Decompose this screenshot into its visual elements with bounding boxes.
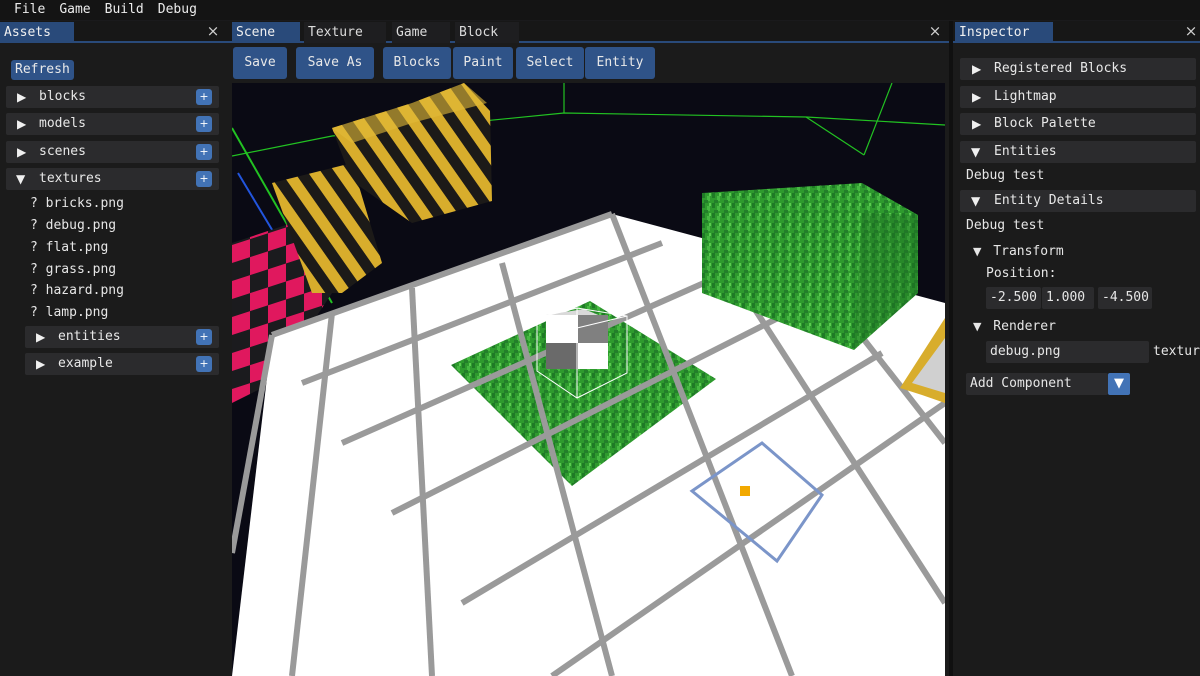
scene-viewport[interactable] bbox=[232, 83, 945, 676]
triangle-down-icon: ▼ bbox=[971, 194, 981, 208]
triangle-down-icon: ▼ bbox=[973, 245, 982, 258]
section-label: Registered Blocks bbox=[994, 61, 1128, 76]
section-lightmap[interactable]: ▶ Lightmap bbox=[960, 86, 1196, 108]
entity-list-item[interactable]: Debug test bbox=[966, 166, 1044, 186]
close-icon[interactable]: × bbox=[928, 23, 942, 39]
triangle-right-icon: ▶ bbox=[17, 90, 27, 104]
folder-label: scenes bbox=[39, 144, 86, 159]
plus-icon[interactable]: + bbox=[196, 171, 212, 187]
assets-tabbar: Assets × bbox=[0, 21, 228, 43]
section-label: Entities bbox=[994, 144, 1057, 159]
folder-label: textures bbox=[39, 171, 102, 186]
inspector-tabbar: Inspector × bbox=[953, 21, 1200, 43]
entity-marker[interactable] bbox=[740, 486, 750, 496]
paint-mode-button[interactable]: Paint bbox=[453, 47, 513, 79]
tab-game[interactable]: Game bbox=[392, 22, 450, 43]
tab-assets[interactable]: Assets bbox=[0, 22, 74, 43]
tab-scene[interactable]: Scene bbox=[232, 22, 300, 43]
texture-field[interactable]: debug.png bbox=[986, 341, 1149, 363]
triangle-down-icon: ▼ bbox=[971, 145, 981, 159]
position-y-field[interactable]: 1.000 bbox=[1042, 287, 1094, 309]
file-item[interactable]: ? bricks.png bbox=[30, 193, 124, 215]
close-icon[interactable]: × bbox=[1184, 23, 1198, 39]
plus-icon[interactable]: + bbox=[196, 116, 212, 132]
menu-file[interactable]: File bbox=[0, 0, 52, 20]
position-label: Position: bbox=[986, 266, 1057, 281]
folder-textures[interactable]: ▼ textures + bbox=[6, 168, 219, 190]
entity-name: Debug test bbox=[966, 218, 1045, 233]
menu-bar: File Game Build Debug bbox=[0, 0, 1200, 20]
folder-label: example bbox=[58, 356, 113, 371]
transform-header[interactable]: ▼ Transform bbox=[973, 242, 1064, 262]
triangle-right-icon: ▶ bbox=[17, 117, 27, 131]
plus-icon[interactable]: + bbox=[196, 144, 212, 160]
texture-label: texture bbox=[1153, 344, 1200, 359]
menu-build[interactable]: Build bbox=[98, 0, 151, 20]
editor-panel: Scene Texture Game Block × Save Save As … bbox=[228, 21, 949, 676]
scene-render[interactable] bbox=[232, 83, 945, 676]
triangle-right-icon: ▶ bbox=[17, 145, 27, 159]
add-component-label: Add Component bbox=[970, 376, 1072, 391]
editor-tabbar: Scene Texture Game Block × bbox=[228, 21, 949, 43]
file-item[interactable]: ? lamp.png bbox=[30, 302, 108, 324]
folder-models[interactable]: ▶ models + bbox=[6, 113, 219, 135]
folder-blocks[interactable]: ▶ blocks + bbox=[6, 86, 219, 108]
blocks-mode-button[interactable]: Blocks bbox=[383, 47, 451, 79]
file-item[interactable]: ? flat.png bbox=[30, 237, 108, 259]
folder-label: blocks bbox=[39, 89, 86, 104]
plus-icon[interactable]: + bbox=[196, 356, 212, 372]
plus-icon[interactable]: + bbox=[196, 329, 212, 345]
section-label: Block Palette bbox=[994, 116, 1096, 131]
triangle-right-icon: ▶ bbox=[972, 62, 982, 76]
section-entities[interactable]: ▼ Entities bbox=[960, 141, 1196, 163]
save-as-button[interactable]: Save As bbox=[296, 47, 374, 79]
folder-scenes[interactable]: ▶ scenes + bbox=[6, 141, 219, 163]
select-mode-button[interactable]: Select bbox=[516, 47, 584, 79]
renderer-header[interactable]: ▼ Renderer bbox=[973, 317, 1056, 337]
folder-label: models bbox=[39, 116, 86, 131]
section-entity-details[interactable]: ▼ Entity Details bbox=[960, 190, 1196, 212]
position-x-field[interactable]: -2.500 bbox=[986, 287, 1041, 309]
assets-panel: Assets × Refresh ▶ blocks + ▶ models + ▶… bbox=[0, 21, 228, 676]
tab-block[interactable]: Block bbox=[455, 22, 519, 43]
section-registered-blocks[interactable]: ▶ Registered Blocks bbox=[960, 58, 1196, 80]
folder-label: entities bbox=[58, 329, 121, 344]
transform-label: Transform bbox=[993, 244, 1064, 259]
add-component-dropdown[interactable]: Add Component bbox=[966, 373, 1108, 395]
folder-example[interactable]: ▶ example + bbox=[25, 353, 219, 375]
inspector-panel: Inspector × ▶ Registered Blocks ▶ Lightm… bbox=[953, 21, 1200, 676]
triangle-down-icon: ▼ bbox=[16, 172, 26, 186]
file-item[interactable]: ? grass.png bbox=[30, 259, 116, 281]
section-block-palette[interactable]: ▶ Block Palette bbox=[960, 113, 1196, 135]
triangle-right-icon: ▶ bbox=[36, 357, 46, 371]
entity-mode-button[interactable]: Entity bbox=[585, 47, 655, 79]
file-item[interactable]: ? hazard.png bbox=[30, 280, 124, 302]
renderer-label: Renderer bbox=[993, 319, 1056, 334]
section-label: Lightmap bbox=[994, 89, 1057, 104]
tab-inspector[interactable]: Inspector bbox=[955, 22, 1053, 43]
triangle-right-icon: ▶ bbox=[36, 330, 46, 344]
tab-texture[interactable]: Texture bbox=[304, 22, 386, 43]
menu-game[interactable]: Game bbox=[52, 0, 97, 20]
file-item[interactable]: ? debug.png bbox=[30, 215, 116, 237]
save-button[interactable]: Save bbox=[233, 47, 287, 79]
menu-debug[interactable]: Debug bbox=[151, 0, 204, 20]
triangle-right-icon: ▶ bbox=[972, 117, 982, 131]
close-icon[interactable]: × bbox=[206, 23, 220, 39]
refresh-button[interactable]: Refresh bbox=[11, 60, 74, 80]
plus-icon[interactable]: + bbox=[196, 89, 212, 105]
triangle-down-icon: ▼ bbox=[973, 320, 982, 333]
triangle-right-icon: ▶ bbox=[972, 90, 982, 104]
folder-entities[interactable]: ▶ entities + bbox=[25, 326, 219, 348]
section-label: Entity Details bbox=[994, 193, 1104, 208]
chevron-down-icon[interactable]: ▼ bbox=[1108, 373, 1130, 395]
position-z-field[interactable]: -4.500 bbox=[1098, 287, 1152, 309]
